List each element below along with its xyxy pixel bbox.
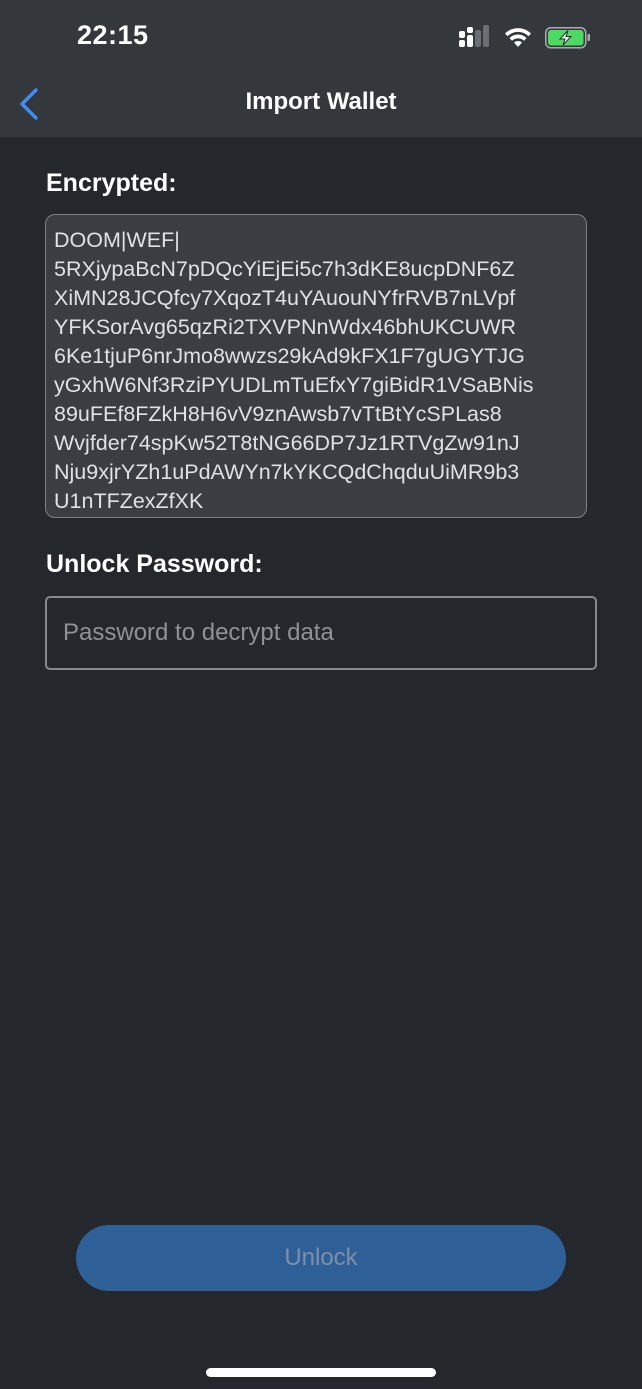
import-wallet-screen: 22:15 Import Wallet Encrypted: DOOM|WEF|… [0,0,642,1389]
encrypted-data-field[interactable]: DOOM|WEF| 5RXjypaBcN7pDQcYiEjEi5c7h3dKE8… [45,214,587,518]
unlock-button[interactable]: Unlock [76,1225,566,1291]
top-bar: 22:15 Import Wallet [0,0,642,137]
unlock-password-label: Unlock Password: [46,550,263,578]
home-indicator [206,1368,436,1377]
status-time: 22:15 [77,20,149,50]
wifi-icon [505,28,531,47]
page-title: Import Wallet [245,88,397,115]
cellular-signal-icon [459,25,489,47]
battery-charging-icon [545,27,590,49]
encrypted-label: Encrypted: [46,169,177,197]
status-icons [459,25,590,49]
password-input[interactable] [45,596,597,670]
